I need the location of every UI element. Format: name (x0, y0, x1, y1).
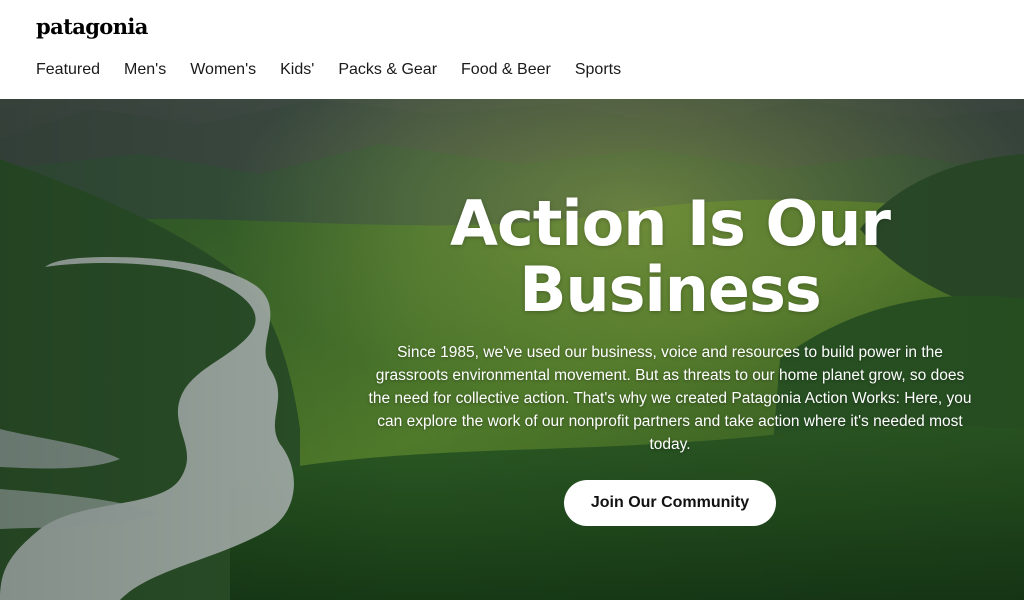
nav-item-packs-gear[interactable]: Packs & Gear (338, 60, 437, 80)
nav-item-womens[interactable]: Women's (190, 60, 256, 80)
site-header: patagonia Featured Men's Women's Kids' P… (0, 0, 1024, 99)
join-community-button[interactable]: Join Our Community (563, 480, 777, 526)
main-nav: Featured Men's Women's Kids' Packs & Gea… (36, 60, 621, 80)
hero-title: Action Is Our Business (450, 187, 891, 326)
nav-item-featured[interactable]: Featured (36, 60, 100, 80)
nav-item-sports[interactable]: Sports (575, 60, 621, 80)
patagonia-logo[interactable]: patagonia (36, 14, 148, 39)
nav-item-kids[interactable]: Kids' (280, 60, 314, 80)
nav-item-food-beer[interactable]: Food & Beer (461, 60, 551, 80)
nav-item-mens[interactable]: Men's (124, 60, 166, 80)
hero-content: Action Is Our Business Since 1985, we've… (360, 191, 980, 526)
hero-description: Since 1985, we've used our business, voi… (368, 344, 972, 453)
hero-banner: Action Is Our Business Since 1985, we've… (0, 99, 1024, 600)
